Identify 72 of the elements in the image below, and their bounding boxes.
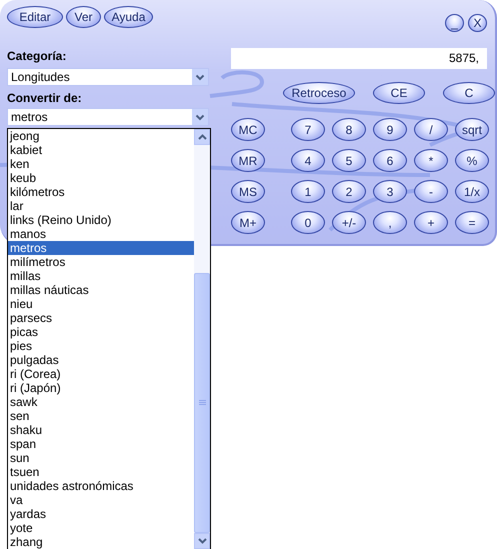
calc-button[interactable]: = (455, 211, 489, 234)
list-item[interactable]: keub (8, 171, 194, 185)
calc-button[interactable]: 0 (291, 211, 325, 234)
calc-button[interactable]: 1 (291, 180, 325, 203)
calc-button[interactable]: 3 (373, 180, 407, 203)
calc-button[interactable]: sqrt (455, 118, 489, 141)
list-item[interactable]: parsecs (8, 311, 194, 325)
calc-button[interactable]: * (414, 149, 448, 172)
list-item[interactable]: kilómetros (8, 185, 194, 199)
list-item[interactable]: yardas (8, 507, 194, 521)
list-item[interactable]: pies (8, 339, 194, 353)
calc-button[interactable]: CE (373, 82, 425, 104)
dropdown-field[interactable]: metros (7, 108, 209, 126)
calc-button[interactable]: , (373, 211, 407, 234)
list-item[interactable]: milímetros (8, 255, 194, 269)
field-label: Convertir de: (7, 90, 83, 106)
calc-button[interactable]: +/- (332, 211, 366, 234)
calc-button[interactable]: - (414, 180, 448, 203)
menu-button[interactable]: Ver (66, 6, 101, 28)
calc-button[interactable]: + (414, 211, 448, 234)
calc-button[interactable]: 6 (373, 149, 407, 172)
list-item[interactable]: unidades astronómicas (8, 479, 194, 493)
close-button[interactable]: X (468, 14, 487, 32)
minimize-button[interactable]: _ (445, 14, 464, 32)
list-item[interactable]: links (Reino Unido) (8, 213, 194, 227)
list-item[interactable]: ri (Corea) (8, 367, 194, 381)
list-item[interactable]: span (8, 437, 194, 451)
list-item[interactable]: jeong (8, 129, 194, 143)
list-item[interactable]: tsuen (8, 465, 194, 479)
list-item[interactable]: manos (8, 227, 194, 241)
list-item[interactable]: lar (8, 199, 194, 213)
calc-button[interactable]: M+ (231, 211, 265, 234)
scrollbar[interactable] (194, 129, 210, 549)
list-item[interactable]: zhang (8, 535, 194, 549)
calc-button[interactable]: MS (231, 180, 265, 203)
list-item[interactable]: nieu (8, 297, 194, 311)
calc-button[interactable]: 1/x (455, 180, 489, 203)
list-item[interactable]: yote (8, 521, 194, 535)
list-item[interactable]: kabiet (8, 143, 194, 157)
scroll-up-icon[interactable] (198, 134, 206, 140)
calc-button[interactable]: 5 (332, 149, 366, 172)
display-field: 5875, (231, 48, 487, 69)
list-item[interactable]: sawk (8, 395, 194, 409)
list-item[interactable]: sun (8, 451, 194, 465)
grip-icon (198, 400, 206, 406)
list-item[interactable]: millas náuticas (8, 283, 194, 297)
list-item[interactable]: ken (8, 157, 194, 171)
calc-button[interactable]: 8 (332, 118, 366, 141)
calc-button[interactable]: 4 (291, 149, 325, 172)
list-item[interactable]: sen (8, 409, 194, 423)
scroll-thumb[interactable] (194, 273, 210, 533)
list-item[interactable]: shaku (8, 423, 194, 437)
calc-button[interactable]: 2 (332, 180, 366, 203)
list-item[interactable]: ri (Japón) (8, 381, 194, 395)
calc-button[interactable]: MC (231, 118, 265, 141)
list-item[interactable]: millas (8, 269, 194, 283)
calc-button[interactable]: 7 (291, 118, 325, 141)
calc-button[interactable]: 9 (373, 118, 407, 141)
scroll-down-icon[interactable] (198, 538, 206, 544)
field-label: Categoría: (7, 48, 68, 64)
calc-button[interactable]: % (455, 149, 489, 172)
calc-button[interactable]: / (414, 118, 448, 141)
list-item[interactable]: metros (8, 241, 194, 255)
list-item[interactable]: picas (8, 325, 194, 339)
menu-button[interactable]: Ayuda (104, 6, 153, 28)
calc-button[interactable]: MR (231, 149, 265, 172)
calc-button[interactable]: Retroceso (283, 82, 355, 104)
list-item[interactable]: va (8, 493, 194, 507)
menu-button[interactable]: Editar (7, 6, 63, 28)
list-item[interactable]: pulgadas (8, 353, 194, 367)
dropdown-field[interactable]: Longitudes (7, 68, 209, 86)
calc-button[interactable]: C (443, 82, 495, 104)
